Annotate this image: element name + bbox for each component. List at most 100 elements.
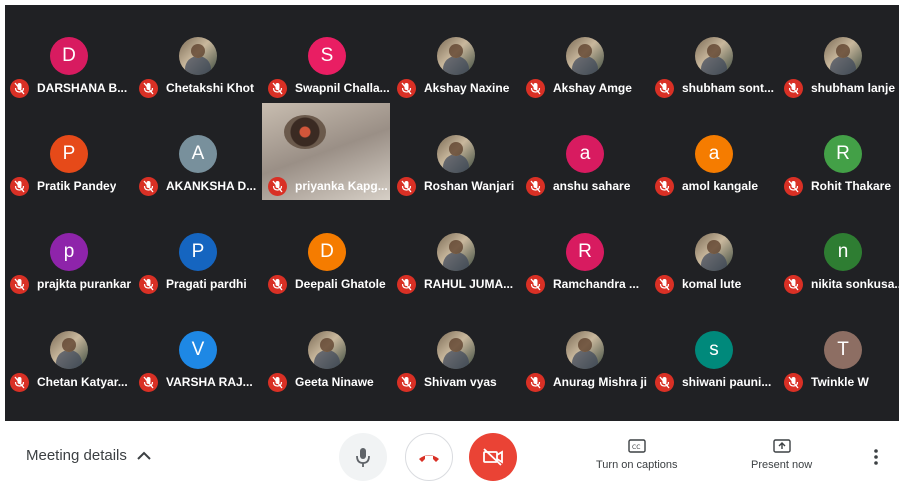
participant-tile[interactable]: Shivam vyas [392, 299, 521, 397]
participant-label: komal lute [655, 274, 781, 294]
participant-label: shiwani pauni... [655, 372, 781, 392]
participant-label: anshu sahare [526, 176, 652, 196]
participant-name: VARSHA RAJ... [166, 375, 253, 389]
mic-off-icon [139, 78, 158, 98]
leave-call-button[interactable] [405, 433, 453, 481]
participant-label: Swapnil Challa... [268, 78, 394, 98]
participant-tile[interactable]: D DARSHANA B... [5, 5, 134, 103]
participant-tile[interactable]: P Pragati pardhi [134, 201, 263, 299]
avatar [437, 37, 475, 75]
participant-tile[interactable]: komal lute [650, 201, 779, 299]
avatar: D [50, 37, 88, 75]
participant-tile[interactable]: Akshay Amge [521, 5, 650, 103]
participant-name: Chetakshi Khot [166, 81, 255, 95]
participant-tile[interactable]: Anurag Mishra ji [521, 299, 650, 397]
avatar [695, 37, 733, 75]
participant-tile[interactable]: shubham lanje [779, 5, 899, 103]
mic-off-icon [655, 78, 674, 98]
microphone-button[interactable] [339, 433, 387, 481]
participant-tile[interactable]: P Pratik Pandey [5, 103, 134, 201]
svg-text:CC: CC [632, 444, 640, 451]
participant-tile[interactable]: S Swapnil Challa... [263, 5, 392, 103]
participant-grid: D DARSHANA B... Chetakshi Khot S Swapnil Cha… [5, 5, 899, 397]
participant-name: Geeta Ninawe [295, 375, 374, 389]
mic-off-icon [139, 274, 158, 294]
participant-name: Twinkle W [811, 375, 869, 389]
participant-label: Akshay Amge [526, 78, 652, 98]
more-vert-icon [874, 449, 878, 465]
avatar: A [179, 135, 217, 173]
participant-tile[interactable]: shubham sont... [650, 5, 779, 103]
participant-tile[interactable]: Chetakshi Khot [134, 5, 263, 103]
avatar [437, 135, 475, 173]
participant-stage: D DARSHANA B... Chetakshi Khot S Swapnil Cha… [5, 5, 899, 421]
participant-label: prajkta purankar [10, 274, 136, 294]
avatar: R [824, 135, 862, 173]
participant-label: Shivam vyas [397, 372, 523, 392]
participant-name: komal lute [682, 277, 742, 291]
avatar [695, 233, 733, 271]
participant-tile[interactable]: a anshu sahare [521, 103, 650, 201]
participant-label: shubham sont... [655, 78, 781, 98]
participant-name: nikita sonkusa... [811, 277, 899, 291]
participant-label: amol kangale [655, 176, 781, 196]
participant-tile[interactable]: T Twinkle W [779, 299, 899, 397]
meeting-details-button[interactable]: Meeting details [26, 447, 151, 464]
mic-off-icon [784, 78, 803, 98]
participant-tile[interactable]: Akshay Naxine [392, 5, 521, 103]
chevron-up-icon [137, 451, 151, 460]
participant-name: Anurag Mishra ji [553, 375, 648, 389]
participant-tile[interactable]: n nikita sonkusa... [779, 201, 899, 299]
mic-off-icon [397, 372, 416, 392]
participant-tile[interactable]: Geeta Ninawe [263, 299, 392, 397]
participant-tile[interactable]: D Deepali Ghatole [263, 201, 392, 299]
captions-button[interactable]: CC Turn on captions [596, 439, 678, 471]
mic-off-icon [10, 176, 29, 196]
more-options-button[interactable] [873, 448, 879, 471]
participant-label: Ramchandra ... [526, 274, 652, 294]
participant-name: shubham lanje [811, 81, 896, 95]
avatar [566, 37, 604, 75]
avatar: P [179, 233, 217, 271]
participant-tile[interactable]: RAHUL JUMA... [392, 201, 521, 299]
mic-off-icon [268, 78, 287, 98]
mic-off-icon [397, 274, 416, 294]
participant-tile[interactable]: s shiwani pauni... [650, 299, 779, 397]
camera-button[interactable] [469, 433, 517, 481]
participant-tile[interactable]: A AKANKSHA D... [134, 103, 263, 201]
present-now-label: Present now [751, 459, 813, 471]
participant-tile[interactable]: R Rohit Thakare [779, 103, 899, 201]
present-now-button[interactable]: Present now [751, 439, 812, 471]
participant-name: Ramchandra ... [553, 277, 640, 291]
mic-off-icon [10, 274, 29, 294]
participant-name: shubham sont... [682, 81, 775, 95]
participant-name: Akshay Naxine [424, 81, 510, 95]
avatar: a [566, 135, 604, 173]
closed-caption-icon: CC [628, 439, 646, 453]
avatar: V [179, 331, 217, 369]
participant-name: RAHUL JUMA... [424, 277, 514, 291]
participant-tile[interactable]: V VARSHA RAJ... [134, 299, 263, 397]
participant-name: Pratik Pandey [37, 179, 117, 193]
mic-off-icon [268, 372, 287, 392]
participant-tile[interactable]: a amol kangale [650, 103, 779, 201]
participant-name: Pragati pardhi [166, 277, 247, 291]
avatar: T [824, 331, 862, 369]
participant-label: Akshay Naxine [397, 78, 523, 98]
mic-off-icon [526, 372, 545, 392]
call-end-icon [419, 455, 439, 462]
mic-off-icon [784, 274, 803, 294]
bottom-toolbar: Meeting details CC Turn on captions Pres… [0, 421, 899, 481]
participant-label: Chetan Katyar... [10, 372, 136, 392]
avatar: S [308, 37, 346, 75]
participant-label: Chetakshi Khot [139, 78, 265, 98]
participant-label: Roshan Wanjari [397, 176, 523, 196]
participant-tile[interactable]: priyanka Kapg... [262, 103, 392, 201]
participant-tile[interactable]: Chetan Katyar... [5, 299, 134, 397]
participant-name: amol kangale [682, 179, 759, 193]
participant-tile[interactable]: R Ramchandra ... [521, 201, 650, 299]
participant-tile[interactable]: Roshan Wanjari [392, 103, 521, 201]
participant-tile[interactable]: p prajkta purankar [5, 201, 134, 299]
captions-label: Turn on captions [596, 459, 678, 471]
mic-off-icon [10, 78, 29, 98]
